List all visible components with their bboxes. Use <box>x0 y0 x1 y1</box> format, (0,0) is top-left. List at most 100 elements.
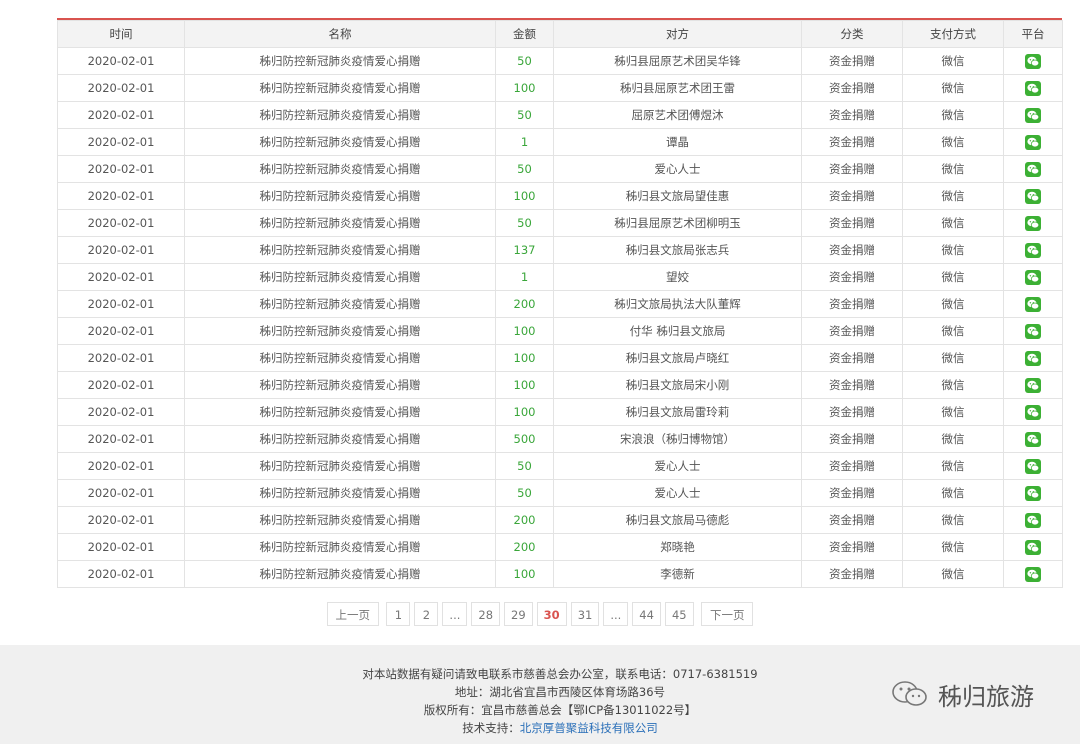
cell-time: 2020-02-01 <box>57 74 185 102</box>
cell-category: 资金捐赠 <box>801 47 903 75</box>
table-row: 2020-02-01 秭归防控新冠肺炎疫情爱心捐赠 1 望姣 资金捐赠 微信 <box>57 263 1063 291</box>
page-number-button[interactable]: 45 <box>664 602 694 626</box>
cell-amount: 100 <box>495 74 554 102</box>
cell-party: 秭归文旅局执法大队董辉 <box>553 290 802 318</box>
cell-party: 付华 秭归县文旅局 <box>553 317 802 345</box>
wechat-icon <box>1025 458 1041 474</box>
cell-name: 秭归防控新冠肺炎疫情爱心捐赠 <box>184 479 496 507</box>
cell-amount: 500 <box>495 425 554 453</box>
cell-time: 2020-02-01 <box>57 236 185 264</box>
page-number-button[interactable]: 1 <box>386 602 411 626</box>
cell-time: 2020-02-01 <box>57 533 185 561</box>
cell-name: 秭归防控新冠肺炎疫情爱心捐赠 <box>184 452 496 480</box>
cell-time: 2020-02-01 <box>57 290 185 318</box>
page-number-list: 1 2... 28 29 30 31... 44 45 <box>384 602 695 626</box>
cell-party: 秭归县文旅局马德彪 <box>553 506 802 534</box>
page-number-button[interactable]: 31 <box>570 602 600 626</box>
cell-payment: 微信 <box>902 344 1004 372</box>
table-row: 2020-02-01 秭归防控新冠肺炎疫情爱心捐赠 1 谭晶 资金捐赠 微信 <box>57 128 1063 156</box>
cell-amount: 200 <box>495 506 554 534</box>
page-number-button[interactable]: 44 <box>632 602 661 626</box>
table-row: 2020-02-01 秭归防控新冠肺炎疫情爱心捐赠 50 爱心人士 资金捐赠 微信 <box>57 479 1063 507</box>
table-body: 2020-02-01 秭归防控新冠肺炎疫情爱心捐赠 50 秭归县屈原艺术团吴华锋 资金捐… <box>57 47 1063 588</box>
cell-category: 资金捐赠 <box>801 317 903 345</box>
cell-name: 秭归防控新冠肺炎疫情爱心捐赠 <box>184 290 496 318</box>
cell-payment: 微信 <box>902 182 1004 210</box>
next-page-button[interactable]: 下一页 <box>701 602 754 626</box>
cell-party: 屈原艺术团傅煜沐 <box>553 101 802 129</box>
cell-name: 秭归防控新冠肺炎疫情爱心捐赠 <box>184 533 496 561</box>
wechat-icon <box>1025 323 1041 339</box>
wechat-icon <box>1025 269 1041 285</box>
donation-table: 时间 名称 金额 对方 分类 支付方式 平台 2020-02-01 秭归防控新冠肺… <box>57 20 1063 588</box>
cell-amount: 200 <box>495 290 554 318</box>
cell-time: 2020-02-01 <box>57 506 185 534</box>
cell-name: 秭归防控新冠肺炎疫情爱心捐赠 <box>184 236 496 264</box>
cell-party: 秭归县文旅局卢晓红 <box>553 344 802 372</box>
wechat-icon <box>1025 296 1041 312</box>
cell-payment: 微信 <box>902 47 1004 75</box>
cell-payment: 微信 <box>902 479 1004 507</box>
cell-platform <box>1003 560 1063 588</box>
cell-party: 爱心人士 <box>553 155 802 183</box>
cell-payment: 微信 <box>902 290 1004 318</box>
cell-payment: 微信 <box>902 560 1004 588</box>
table-row: 2020-02-01 秭归防控新冠肺炎疫情爱心捐赠 100 秭归县文旅局宋小刚 资金捐赠… <box>57 371 1063 399</box>
cell-platform <box>1003 533 1063 561</box>
tech-support-label: 技术支持： <box>462 721 520 735</box>
cell-party: 秭归县文旅局雷玲莉 <box>553 398 802 426</box>
cell-party: 秭归县文旅局张志兵 <box>553 236 802 264</box>
cell-name: 秭归防控新冠肺炎疫情爱心捐赠 <box>184 47 496 75</box>
wechat-icon <box>1025 512 1041 528</box>
cell-amount: 100 <box>495 371 554 399</box>
table-row: 2020-02-01 秭归防控新冠肺炎疫情爱心捐赠 100 秭归县文旅局望佳惠 资金捐赠… <box>57 182 1063 210</box>
pagination: 上一页 1 2... 28 29 30 31... 44 45 下一页 <box>0 602 1080 626</box>
cell-platform <box>1003 452 1063 480</box>
wechat-icon <box>1025 107 1041 123</box>
cell-payment: 微信 <box>902 506 1004 534</box>
cell-payment: 微信 <box>902 101 1004 129</box>
cell-platform <box>1003 371 1063 399</box>
cell-party: 秭归县屈原艺术团吴华锋 <box>553 47 802 75</box>
cell-time: 2020-02-01 <box>57 263 185 291</box>
header-party: 对方 <box>553 20 802 48</box>
cell-time: 2020-02-01 <box>57 371 185 399</box>
cell-payment: 微信 <box>902 236 1004 264</box>
cell-platform <box>1003 182 1063 210</box>
cell-time: 2020-02-01 <box>57 155 185 183</box>
cell-amount: 100 <box>495 398 554 426</box>
page-number-button[interactable]: 28 <box>471 602 501 626</box>
cell-amount: 100 <box>495 317 554 345</box>
cell-name: 秭归防控新冠肺炎疫情爱心捐赠 <box>184 155 496 183</box>
tech-support-link[interactable]: 北京厚普聚益科技有限公司 <box>520 721 658 735</box>
cell-time: 2020-02-01 <box>57 479 185 507</box>
cell-amount: 100 <box>495 344 554 372</box>
cell-platform <box>1003 344 1063 372</box>
cell-party: 秭归县屈原艺术团王雷 <box>553 74 802 102</box>
table-row: 2020-02-01 秭归防控新冠肺炎疫情爱心捐赠 50 秭归县屈原艺术团吴华锋 资金捐… <box>57 47 1063 75</box>
cell-amount: 50 <box>495 47 554 75</box>
table-row: 2020-02-01 秭归防控新冠肺炎疫情爱心捐赠 200 郑晓艳 资金捐赠 微信 <box>57 533 1063 561</box>
wechat-icon <box>1025 134 1041 150</box>
table-row: 2020-02-01 秭归防控新冠肺炎疫情爱心捐赠 50 秭归县屈原艺术团柳明玉 资金捐… <box>57 209 1063 237</box>
cell-category: 资金捐赠 <box>801 263 903 291</box>
cell-party: 秭归县文旅局宋小刚 <box>553 371 802 399</box>
wechat-icon <box>1025 485 1041 501</box>
cell-time: 2020-02-01 <box>57 182 185 210</box>
cell-time: 2020-02-01 <box>57 101 185 129</box>
cell-category: 资金捐赠 <box>801 344 903 372</box>
page-number-button[interactable]: 29 <box>504 602 533 626</box>
cell-name: 秭归防控新冠肺炎疫情爱心捐赠 <box>184 263 496 291</box>
header-payment: 支付方式 <box>902 20 1004 48</box>
brand-watermark: 秭归旅游 <box>890 679 1034 711</box>
cell-platform <box>1003 101 1063 129</box>
cell-party: 秭归县文旅局望佳惠 <box>553 182 802 210</box>
prev-page-button[interactable]: 上一页 <box>326 602 379 626</box>
cell-payment: 微信 <box>902 209 1004 237</box>
cell-party: 宋浪浪（秭归博物馆） <box>553 425 802 453</box>
cell-platform <box>1003 209 1063 237</box>
cell-payment: 微信 <box>902 371 1004 399</box>
page-number-button[interactable]: 30 <box>536 602 567 626</box>
page-number-button[interactable]: 2 <box>414 602 439 626</box>
cell-amount: 50 <box>495 479 554 507</box>
